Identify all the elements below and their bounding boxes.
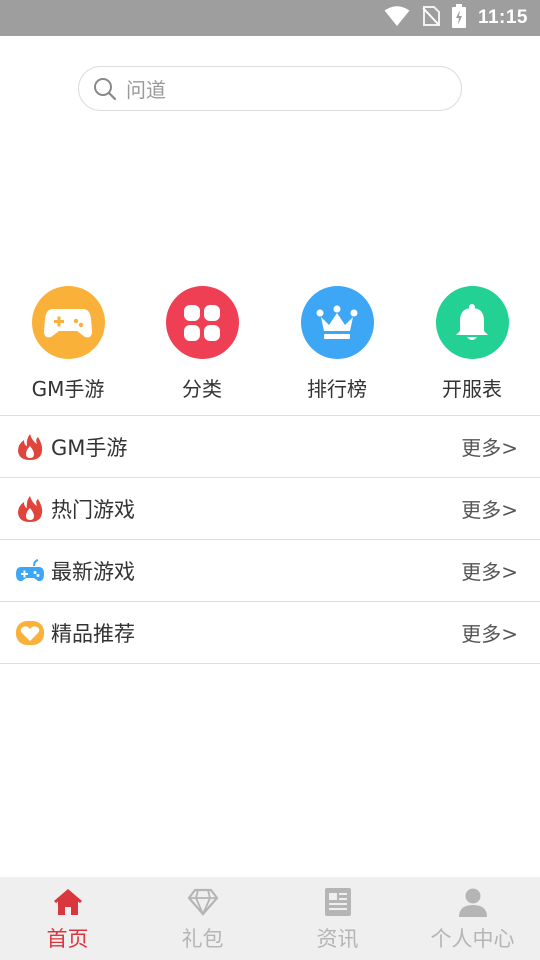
nav-item-profile[interactable]: 个人中心: [405, 877, 540, 960]
user-icon: [457, 886, 489, 918]
status-icons: 11:15: [384, 0, 528, 36]
section-row-recommended[interactable]: 精品推荐 更多>: [0, 602, 540, 664]
quick-entry-gm-games[interactable]: GM手游: [0, 286, 136, 402]
quick-entry-category[interactable]: 分类: [134, 286, 270, 402]
more-link[interactable]: 更多>: [461, 556, 518, 585]
battery-charging-icon: [451, 4, 466, 32]
nav-label: 首页: [46, 927, 89, 951]
more-link[interactable]: 更多>: [461, 494, 518, 523]
section-row-hot-games[interactable]: 热门游戏 更多>: [0, 478, 540, 540]
nav-label: 个人中心: [430, 927, 515, 951]
nav-label: 礼包: [181, 927, 224, 951]
gamepad-icon: [31, 286, 105, 359]
search-input[interactable]: 问道: [78, 66, 462, 111]
nav-item-gift[interactable]: 礼包: [135, 877, 270, 960]
status-bar: 11:15: [0, 0, 540, 36]
status-time: 11:15: [477, 7, 528, 28]
section-title: 最新游戏: [51, 559, 135, 584]
diamond-icon: [187, 886, 219, 918]
quick-entry-row: GM手游 分类 排行榜 开服表: [0, 286, 540, 406]
bottom-nav: 首页 礼包 资讯 个人中心: [0, 877, 540, 960]
nav-label: 资讯: [316, 927, 359, 951]
heart-icon: [15, 619, 45, 647]
home-icon: [52, 886, 84, 918]
flame-icon: [15, 495, 45, 523]
section-title: 热门游戏: [51, 497, 135, 522]
more-link[interactable]: 更多>: [461, 432, 518, 461]
quick-entry-label: 开服表: [442, 377, 502, 401]
bell-icon: [435, 286, 509, 359]
news-icon: [322, 886, 354, 918]
section-list: GM手游 更多> 热门游戏 更多> 最新游戏 更多> 精品推荐 更多>: [0, 415, 540, 664]
quick-entry-label: GM手游: [31, 377, 105, 401]
crown-icon: [300, 286, 374, 359]
quick-entry-server-list[interactable]: 开服表: [404, 286, 540, 402]
controller-icon: [15, 557, 45, 585]
section-row-gm-games[interactable]: GM手游 更多>: [0, 416, 540, 478]
quick-entry-label: 排行榜: [307, 377, 367, 401]
nav-item-news[interactable]: 资讯: [270, 877, 405, 960]
quick-entry-ranking[interactable]: 排行榜: [269, 286, 405, 402]
flame-icon: [15, 433, 45, 461]
wifi-icon: [384, 5, 410, 31]
no-sim-icon: [422, 5, 440, 31]
search-placeholder: 问道: [126, 78, 166, 102]
nav-item-home[interactable]: 首页: [0, 877, 135, 960]
grid-icon: [165, 286, 239, 359]
section-title: 精品推荐: [51, 621, 135, 646]
section-title: GM手游: [51, 435, 128, 460]
search-icon: [92, 76, 118, 102]
section-row-new-games[interactable]: 最新游戏 更多>: [0, 540, 540, 602]
quick-entry-label: 分类: [182, 377, 222, 401]
more-link[interactable]: 更多>: [461, 618, 518, 647]
